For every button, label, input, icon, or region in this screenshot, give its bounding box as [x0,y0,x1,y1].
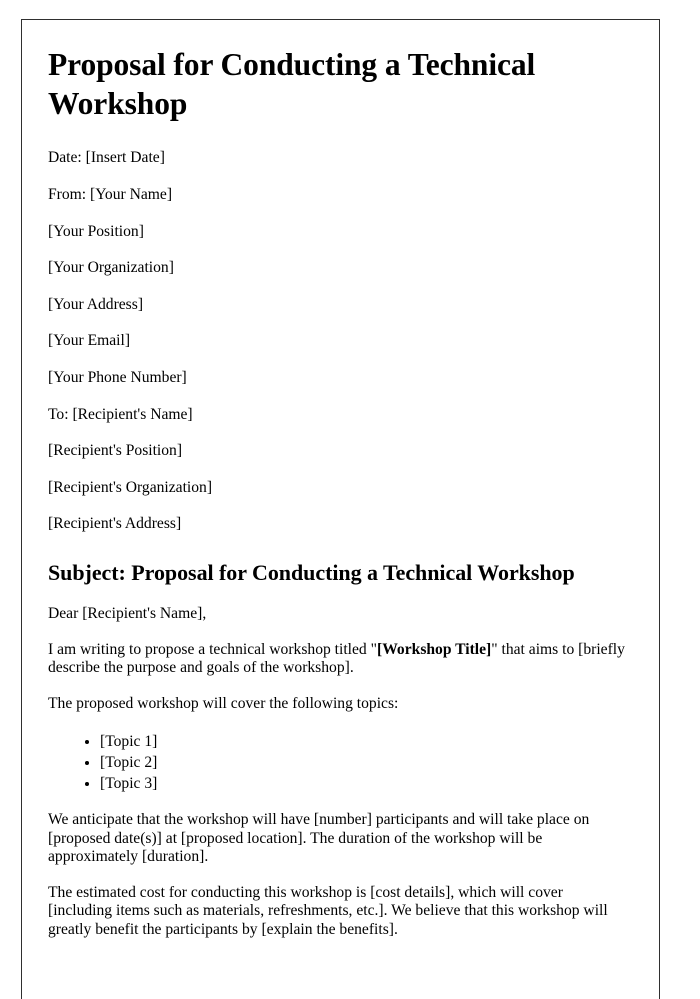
intro-text-before: I am writing to propose a technical work… [48,640,377,658]
sender-line-name: From: [Your Name] [48,186,173,204]
document-page: Proposal for Conducting a Technical Work… [21,19,660,999]
workshop-title-placeholder: [Workshop Title] [377,640,492,658]
recipient-line-name: To: [Recipient's Name] [48,405,193,423]
recipient-block: To: [Recipient's Name] [Recipient's Posi… [48,406,626,534]
intro-paragraph: I am writing to propose a technical work… [48,641,626,678]
recipient-line-position: [Recipient's Position] [48,442,183,460]
subject-heading: Subject: Proposal for Conducting a Techn… [48,560,575,586]
sender-line-phone: [Your Phone Number] [48,368,187,386]
logistics-paragraph: We anticipate that the workshop will hav… [48,811,590,866]
sender-block: Date: [Insert Date] From: [Your Name] [Y… [48,149,626,387]
document-body: Proposal for Conducting a Technical Work… [22,20,659,939]
sender-line-email: [Your Email] [48,332,131,350]
salutation: Dear [Recipient's Name], [48,604,207,622]
list-item: [Topic 2] [100,752,626,773]
list-item: [Topic 3] [100,773,626,794]
recipient-line-organization: [Recipient's Organization] [48,478,213,496]
topics-list: [Topic 1] [Topic 2] [Topic 3] [48,731,626,795]
sender-line-address: [Your Address] [48,295,144,313]
page-title: Proposal for Conducting a Technical Work… [48,47,536,121]
topics-lead-in: The proposed workshop will cover the fol… [48,695,399,712]
recipient-line-address: [Recipient's Address] [48,515,182,533]
cost-paragraph: The estimated cost for conducting this w… [48,883,608,938]
sender-line-date: Date: [Insert Date] [48,149,165,167]
sender-line-position: [Your Position] [48,222,144,240]
sender-line-organization: [Your Organization] [48,259,174,277]
list-item: [Topic 1] [100,731,626,752]
